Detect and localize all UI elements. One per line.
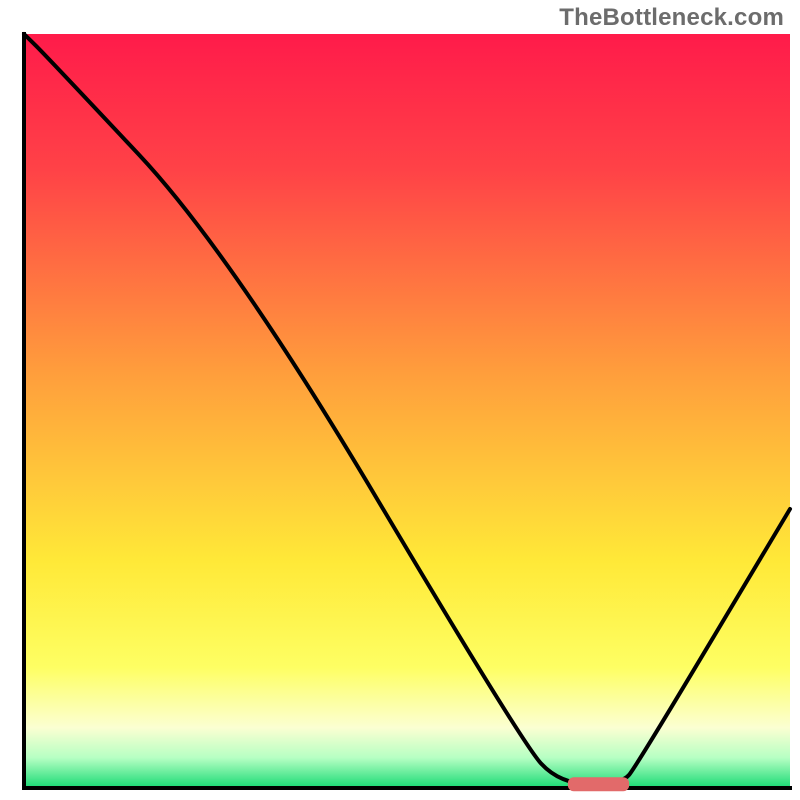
optimal-marker: [568, 777, 629, 791]
plot-background: [24, 34, 790, 788]
watermark-label: TheBottleneck.com: [559, 4, 784, 32]
chart-svg: [0, 0, 800, 800]
bottleneck-chart: TheBottleneck.com: [0, 0, 800, 800]
